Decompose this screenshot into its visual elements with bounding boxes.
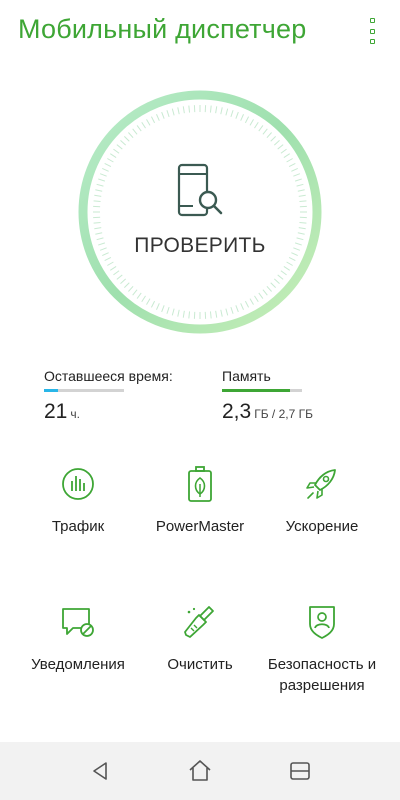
tile-boost-label: Ускорение [285, 518, 359, 535]
memory-label: Память [222, 368, 271, 384]
app-bar: Мобильный диспетчер [0, 0, 400, 64]
tile-powermaster-label: PowerMaster [155, 518, 245, 535]
memory-value: 2,3 [222, 400, 252, 423]
shield-user-icon [309, 606, 335, 639]
remaining-time-bar [44, 389, 124, 392]
tile-powermaster[interactable]: PowerMaster [135, 466, 265, 537]
remaining-time-unit: ч. [70, 407, 80, 421]
check-label: ПРОВЕРИТЬ [134, 234, 266, 257]
tile-notifications-label: Уведомления [31, 656, 125, 673]
app-title: Мобильный диспетчер [18, 14, 307, 44]
recents-icon[interactable] [287, 758, 313, 784]
navigation-bar [0, 742, 400, 800]
more-vertical-icon[interactable] [360, 16, 384, 46]
memory-unit: ГБ / 2,7 ГБ [254, 407, 313, 421]
remaining-time-stat[interactable]: Оставшееся время: 21 ч. [44, 368, 204, 424]
broom-icon [184, 606, 214, 638]
back-icon[interactable] [88, 758, 114, 784]
rocket-icon [306, 469, 336, 499]
remaining-time-bar-fill [44, 389, 58, 392]
tile-traffic-label: Трафик [51, 518, 105, 535]
tile-clean-label: Очистить [167, 656, 233, 673]
notification-block-icon [62, 608, 94, 637]
tile-security[interactable]: Безопасность и разрешения [257, 604, 387, 696]
traffic-chart-icon [62, 468, 94, 500]
tile-boost[interactable]: Ускорение [257, 466, 387, 537]
tile-security-label: Безопасность и разрешения [267, 656, 377, 694]
memory-bar [222, 389, 302, 392]
battery-leaf-icon [188, 466, 212, 502]
tile-clean[interactable]: Очистить [135, 604, 265, 675]
tile-traffic[interactable]: Трафик [13, 466, 143, 537]
remaining-time-label: Оставшееся время: [44, 368, 173, 384]
phone-search-icon [177, 163, 223, 217]
memory-bar-fill [222, 389, 290, 392]
memory-stat[interactable]: Память 2,3 ГБ / 2,7 ГБ [222, 368, 382, 424]
tile-notifications[interactable]: Уведомления [13, 604, 143, 675]
remaining-time-value: 21 [44, 400, 68, 423]
home-icon[interactable] [187, 758, 213, 784]
